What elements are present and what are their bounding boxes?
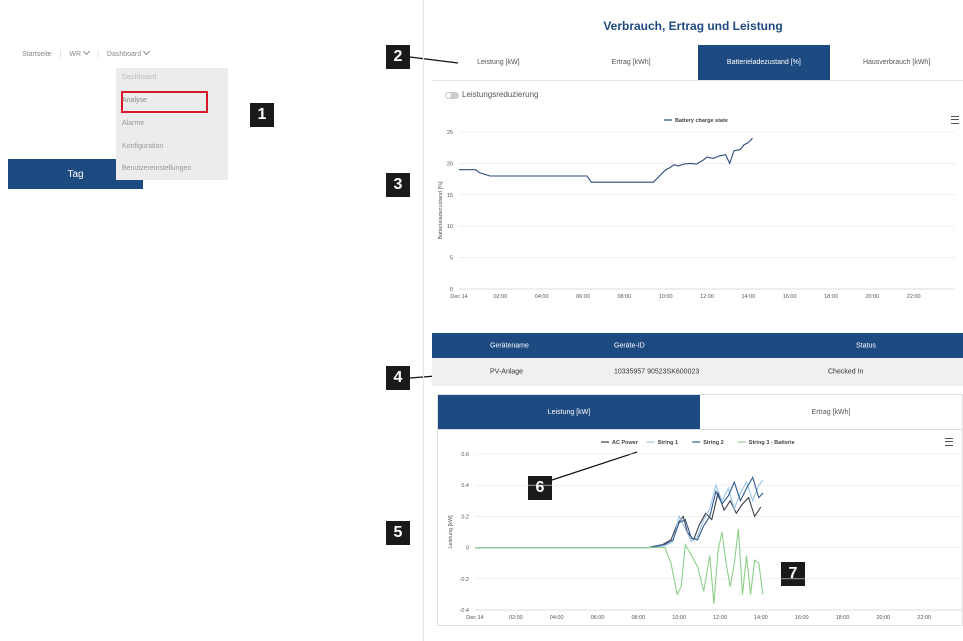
x-tick-label: 18:00 [836, 615, 850, 621]
legend-entry: String 3 - Batterie [749, 440, 795, 446]
x-tick-label: 06:00 [591, 615, 605, 621]
x-tick-label: 20:00 [865, 294, 879, 300]
y-tick-label: 10 [447, 224, 453, 230]
x-tick-label: 12:00 [713, 615, 727, 621]
subtab-ertrag[interactable]: Ertrag [kWh] [700, 395, 962, 430]
legend-entry: String 1 [658, 440, 678, 446]
chart-menu-icon[interactable] [945, 438, 953, 446]
x-tick-label: 02:00 [509, 615, 523, 621]
device-status: Checked In [828, 368, 864, 376]
x-tick-label: 16:00 [795, 615, 809, 621]
legend-entry: String 2 [703, 440, 723, 446]
x-tick-label: 16:00 [783, 294, 797, 300]
battery-charge-chart: 0 5 10 15 20 25 Dec 14 02:00 04:00 06:00 08:00 10:0… [438, 118, 955, 300]
table-row[interactable]: PV-Anlage 10335957 90523SK600023 Checked… [432, 358, 963, 386]
leistungsreduzierung-toggle[interactable] [445, 92, 459, 99]
x-tick-label: 04:00 [535, 294, 549, 300]
x-tick-label: 06:00 [576, 294, 590, 300]
y-tick-label: 20 [447, 161, 453, 167]
x-tick-label: Dec 14 [450, 294, 467, 300]
x-tick-label: 08:00 [617, 294, 631, 300]
col-header-id: Geräte-ID [614, 342, 645, 349]
x-tick-label: 20:00 [876, 615, 890, 621]
chart-menu-icon[interactable] [951, 116, 959, 124]
tab-hausverbrauch[interactable]: Hausverbrauch [kWh] [830, 45, 963, 80]
device-chart-tabs: Leistung [kW] Ertrag [kWh] [438, 395, 962, 430]
y-tick-label: -0.4 [460, 608, 469, 614]
chart-tabs: Leistung [kW] Ertrag [kWh] Batterieladez… [432, 45, 963, 81]
toggle-label: Leistungsreduzierung [462, 90, 539, 99]
x-tick-label: 04:00 [550, 615, 564, 621]
x-tick-label: 14:00 [741, 294, 755, 300]
series-line [475, 480, 764, 549]
col-header-status: Status [856, 342, 876, 349]
y-tick-label: 5 [450, 256, 453, 262]
series-line [459, 137, 753, 183]
tab-ertrag[interactable]: Ertrag [kWh] [565, 45, 698, 80]
x-tick-label: 10:00 [672, 615, 686, 621]
x-tick-label: 14:00 [754, 615, 768, 621]
series-line [475, 528, 764, 604]
x-tick-label: Dec 14 [466, 615, 483, 621]
x-tick-label: 18:00 [824, 294, 838, 300]
x-tick-label: 22:00 [917, 615, 931, 621]
x-tick-label: 12:00 [700, 294, 714, 300]
series-line [475, 491, 762, 549]
panel-title: Verbrauch, Ertrag und Leistung [603, 19, 783, 33]
y-axis-label: Leistung [kW] [448, 515, 454, 549]
y-tick-label: 0 [466, 546, 469, 552]
y-tick-label: 0.4 [461, 483, 469, 489]
legend-entry: Battery charge state [675, 118, 728, 124]
y-tick-label: 0.6 [461, 452, 469, 458]
x-tick-label: 22:00 [907, 294, 921, 300]
x-tick-label: 02:00 [493, 294, 507, 300]
subtab-leistung[interactable]: Leistung [kW] [438, 395, 700, 430]
device-table-header: Gerätename Geräte-ID Status [432, 333, 963, 358]
tab-batterieladezustand[interactable]: Batterieladezustand [%] [697, 45, 831, 80]
x-tick-label: 08:00 [631, 615, 645, 621]
y-tick-label: 0 [450, 287, 453, 293]
y-tick-label: -0.2 [460, 577, 469, 583]
power-chart: -0.4 -0.2 0 0.2 0.4 0.6 Dec 14 02:00 04:00 06:00 0… [448, 440, 962, 621]
y-tick-label: 0.2 [461, 514, 469, 520]
legend-entry: AC Power [612, 440, 639, 446]
device-name: PV-Anlage [490, 368, 524, 376]
device-id: 10335957 90523SK600023 [614, 368, 700, 376]
series-line [475, 476, 764, 549]
col-header-name: Gerätename [490, 342, 529, 349]
y-tick-label: 25 [447, 130, 453, 136]
x-tick-label: 10:00 [659, 294, 673, 300]
y-axis-label: Batterieladezustand [%] [438, 181, 444, 240]
y-tick-label: 15 [447, 193, 453, 199]
tab-leistung[interactable]: Leistung [kW] [432, 45, 565, 80]
